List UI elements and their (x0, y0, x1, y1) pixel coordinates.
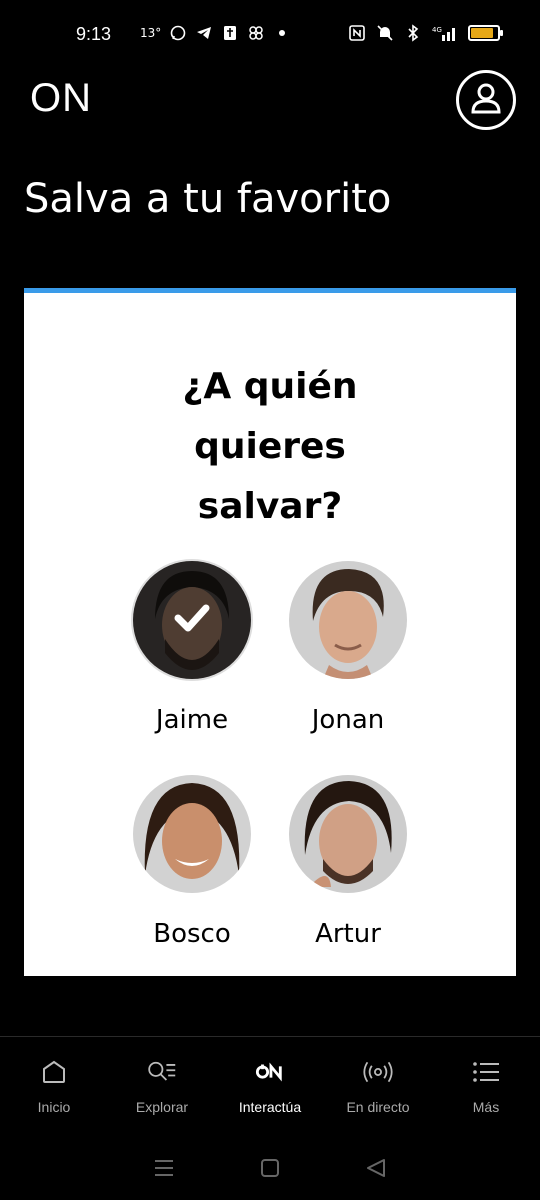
battery-icon (468, 25, 503, 41)
avatar (289, 561, 407, 679)
nfc-icon (348, 24, 366, 42)
home-icon (39, 1057, 69, 1087)
nav-item-en-directo[interactable]: En directo (324, 1037, 432, 1136)
page-title: Salva a tu favorito (24, 176, 392, 222)
candidate-jaime[interactable]: Jaime (112, 559, 272, 735)
avatar (133, 775, 251, 893)
check-icon (170, 596, 214, 644)
menu-icon (471, 1057, 501, 1087)
on-logo[interactable]: ON (30, 76, 92, 121)
nav-item-mas[interactable]: Más (432, 1037, 540, 1136)
clover-icon (247, 24, 265, 42)
search-list-icon (147, 1057, 177, 1087)
temperature: 13° (140, 26, 162, 40)
broadcast-icon (363, 1057, 393, 1087)
vote-card: ¿A quién quieres salvar? Jaime Jonan Bos… (24, 288, 516, 976)
on-logo-icon (255, 1057, 285, 1087)
nav-label: Inicio (37, 1099, 71, 1115)
candidate-bosco[interactable]: Bosco (112, 773, 272, 949)
recents-icon[interactable] (153, 1158, 175, 1182)
bible-icon (221, 24, 239, 42)
mute-icon (376, 24, 394, 42)
nav-item-inicio[interactable]: Inicio (0, 1037, 108, 1136)
bluetooth-icon (404, 24, 422, 42)
candidate-name: Jaime (155, 705, 229, 735)
candidate-name: Artur (315, 919, 381, 949)
svg-text:4G: 4G (432, 26, 442, 34)
status-bar: 9:13 13° 4G (0, 0, 540, 72)
nav-label: Interactúa (238, 1099, 302, 1115)
question-heading: ¿A quién quieres salvar? (182, 366, 358, 527)
system-nav (0, 1140, 540, 1200)
user-icon (468, 80, 504, 120)
nav-label: En directo (346, 1099, 410, 1115)
signal-icon: 4G (432, 24, 458, 42)
bottom-nav: Inicio Explorar Interactúa En directo Má… (0, 1036, 540, 1136)
avatar (133, 561, 251, 679)
nav-item-interactua[interactable]: Interactúa (216, 1037, 324, 1136)
candidate-name: Jonan (311, 705, 385, 735)
notification-icons: 13° (140, 24, 291, 42)
dot-icon (273, 24, 291, 42)
home-button-icon[interactable] (260, 1158, 280, 1182)
candidate-name: Bosco (153, 919, 231, 949)
candidate-jonan[interactable]: Jonan (268, 559, 428, 735)
back-icon[interactable] (365, 1158, 387, 1182)
nav-label: Explorar (135, 1099, 189, 1115)
nav-item-explorar[interactable]: Explorar (108, 1037, 216, 1136)
nav-label: Más (472, 1099, 500, 1115)
telegram-icon (195, 24, 213, 42)
whatsapp-icon (169, 24, 187, 42)
system-icons: 4G (348, 24, 503, 42)
profile-button[interactable] (456, 70, 516, 130)
candidate-artur[interactable]: Artur (268, 773, 428, 949)
status-time: 9:13 (76, 24, 112, 44)
avatar (289, 775, 407, 893)
